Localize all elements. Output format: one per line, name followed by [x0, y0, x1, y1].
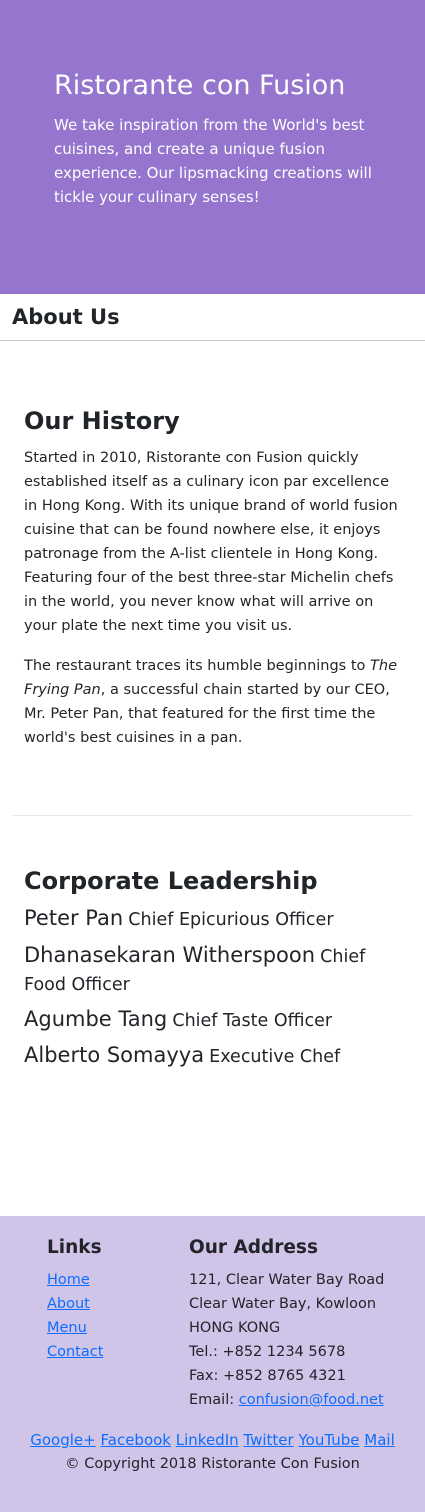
leader-role: Chief Taste Officer — [172, 1011, 333, 1031]
history-paragraph-2: The restaurant traces its humble beginni… — [24, 654, 404, 750]
leader-name: Peter Pan — [24, 906, 124, 930]
restaurant-title: Ristorante con Fusion — [54, 70, 346, 101]
footer-link-menu[interactable]: Menu — [47, 1320, 87, 1336]
social-link-youtube[interactable]: YouTube — [298, 1431, 359, 1449]
footer-address: 121, Clear Water Bay Road Clear Water Ba… — [189, 1268, 419, 1412]
address-line: Clear Water Bay, Kowloon — [189, 1296, 377, 1312]
jumbotron-tagline: We take inspiration from the World's bes… — [54, 116, 372, 206]
email-link[interactable]: confusion@food.net — [239, 1392, 384, 1408]
email-row: Email: confusion@food.net — [189, 1388, 419, 1412]
history-p2-start: The restaurant traces its humble beginni… — [24, 658, 371, 674]
leader-item: Agumbe Tang Chief Taste Officer — [24, 1005, 404, 1035]
copyright-text: © Copyright 2018 Ristorante Con Fusion — [65, 1456, 360, 1472]
telephone: Tel.: +852 1234 5678 — [189, 1344, 346, 1360]
social-link-twitter[interactable]: Twitter — [243, 1431, 293, 1449]
list-item: Home — [47, 1268, 103, 1292]
footer-links-title: Links — [47, 1237, 102, 1258]
page-title: About Us — [12, 305, 120, 329]
social-link-googleplus[interactable]: Google+ — [30, 1431, 95, 1449]
address-line: 121, Clear Water Bay Road — [189, 1272, 385, 1288]
list-item: Contact — [47, 1340, 103, 1364]
address-line: HONG KONG — [189, 1320, 281, 1336]
list-item: Menu — [47, 1316, 103, 1340]
footer-link-contact[interactable]: Contact — [47, 1344, 103, 1360]
leader-item: Dhanasekaran Witherspoon Chief Food Offi… — [24, 941, 404, 999]
social-links: Google+ Facebook LinkedIn Twitter YouTub… — [0, 1428, 425, 1452]
list-item: About — [47, 1292, 103, 1316]
social-link-mail[interactable]: Mail — [364, 1431, 394, 1449]
section-divider — [12, 815, 413, 816]
social-link-linkedin[interactable]: LinkedIn — [176, 1431, 239, 1449]
leader-item: Peter Pan Chief Epicurious Officer — [24, 904, 404, 934]
history-title: Our History — [24, 407, 180, 435]
history-paragraph-1: Started in 2010, Ristorante con Fusion q… — [24, 450, 398, 634]
footer-link-home[interactable]: Home — [47, 1272, 90, 1288]
footer-links-list: Home About Menu Contact — [47, 1268, 103, 1364]
leader-role: Executive Chef — [209, 1047, 341, 1067]
jumbotron: Ristorante con Fusion We take inspiratio… — [0, 0, 425, 294]
leadership-title: Corporate Leadership — [24, 867, 318, 895]
leader-name: Dhanasekaran Witherspoon — [24, 943, 316, 967]
leader-name: Alberto Somayya — [24, 1043, 205, 1067]
social-link-facebook[interactable]: Facebook — [101, 1431, 171, 1449]
fax: Fax: +852 8765 4321 — [189, 1368, 346, 1384]
leader-item: Alberto Somayya Executive Chef — [24, 1041, 404, 1071]
footer-link-about[interactable]: About — [47, 1296, 90, 1312]
footer-address-title: Our Address — [189, 1237, 318, 1258]
email-label: Email: — [189, 1392, 239, 1408]
heading-divider — [0, 340, 425, 341]
leader-name: Agumbe Tang — [24, 1007, 168, 1031]
leader-role: Chief Epicurious Officer — [128, 910, 334, 930]
